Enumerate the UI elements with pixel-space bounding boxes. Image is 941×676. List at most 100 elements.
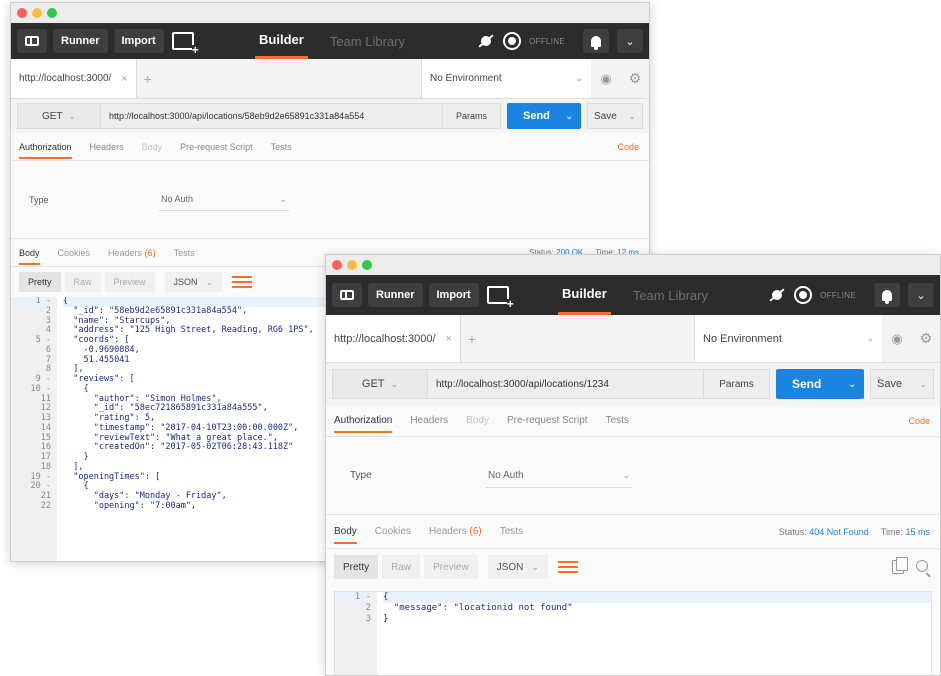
add-tab-button[interactable]: + <box>137 59 159 98</box>
interceptor-icon[interactable] <box>768 286 786 304</box>
bell-icon <box>591 35 601 50</box>
tab-cookies[interactable]: Cookies <box>58 248 91 258</box>
sidebar-toggle-button[interactable] <box>17 29 47 53</box>
tab-tests[interactable]: Tests <box>271 142 292 152</box>
tab-headers[interactable]: Headers <box>90 142 124 152</box>
runner-button[interactable]: Runner <box>368 283 423 307</box>
minimize-window-button[interactable] <box>347 260 357 270</box>
tab-headers[interactable]: Headers <box>410 415 448 426</box>
save-button-label: Save <box>877 378 903 390</box>
tab-tests[interactable]: Tests <box>606 415 629 426</box>
view-tabs: Builder Team Library <box>558 275 708 315</box>
params-button[interactable]: Params <box>704 369 770 399</box>
tab-response-tests[interactable]: Tests <box>500 526 523 537</box>
save-button[interactable]: Save ⌄ <box>870 369 934 399</box>
wrap-lines-icon[interactable] <box>232 272 253 292</box>
response-headers-label: Headers <box>108 247 143 258</box>
time-label: Time: <box>880 526 903 537</box>
chevron-down-icon[interactable]: ⌄ <box>565 111 573 122</box>
request-tab-row: http://localhost:3000/ × + No Environmen… <box>326 315 940 363</box>
tab-response-body[interactable]: Body <box>334 526 357 544</box>
close-tab-icon[interactable]: × <box>121 73 127 85</box>
sync-icon[interactable] <box>503 32 522 50</box>
wrap-lines-icon[interactable] <box>557 557 578 577</box>
chevron-down-icon[interactable]: ⌄ <box>628 111 636 122</box>
response-body-editor[interactable]: 1 -23 { "message": "locationid not found… <box>334 591 932 675</box>
send-button[interactable]: Send ⌄ <box>776 369 864 399</box>
close-window-button[interactable] <box>332 260 342 270</box>
gear-icon[interactable]: ⚙ <box>621 59 649 98</box>
settings-dropdown-button[interactable]: ⌄ <box>908 283 934 307</box>
tab-builder[interactable]: Builder <box>255 23 308 59</box>
request-tab[interactable]: http://localhost:3000/ × <box>326 315 461 362</box>
tab-cookies[interactable]: Cookies <box>375 526 411 537</box>
chevron-down-icon[interactable]: ⌄ <box>919 379 927 390</box>
sync-icon[interactable] <box>794 286 813 304</box>
tab-authorization[interactable]: Authorization <box>334 415 393 433</box>
notifications-button[interactable] <box>583 29 609 53</box>
tab-prerequest-script[interactable]: Pre-request Script <box>180 142 253 152</box>
add-tab-button[interactable]: + <box>461 315 483 362</box>
preview-button[interactable]: Preview <box>104 272 155 292</box>
gear-icon[interactable]: ⚙ <box>912 315 940 362</box>
close-tab-icon[interactable]: × <box>446 333 452 345</box>
line-number-gutter: 1 -2345 -6789 -10 -11 12 13 14 15 16 17 18 19 -2… <box>11 296 57 561</box>
save-button[interactable]: Save ⌄ <box>587 103 643 129</box>
raw-button[interactable]: Raw <box>382 555 421 579</box>
pretty-button[interactable]: Pretty <box>19 272 61 292</box>
maximize-window-button[interactable] <box>362 260 372 270</box>
new-window-icon[interactable] <box>171 32 199 55</box>
auth-type-select[interactable]: No Auth ⌄ <box>159 189 289 211</box>
auth-type-select[interactable]: No Auth ⌄ <box>486 464 632 488</box>
environment-select[interactable]: No Environment ⌄ <box>694 315 882 362</box>
url-input[interactable]: http://localhost:3000/api/locations/58eb… <box>101 103 443 129</box>
tab-response-body[interactable]: Body <box>19 248 40 265</box>
chevron-down-icon: ⌄ <box>531 561 539 572</box>
params-button[interactable]: Params <box>443 103 501 129</box>
tab-prerequest-script[interactable]: Pre-request Script <box>507 415 588 426</box>
tab-response-tests[interactable]: Tests <box>174 248 195 258</box>
import-button[interactable]: Import <box>428 283 479 307</box>
auth-type-value: No Auth <box>161 194 194 204</box>
method-select[interactable]: GET ⌄ <box>332 369 428 399</box>
code-link[interactable]: Code <box>908 416 930 426</box>
runner-button[interactable]: Runner <box>53 29 108 53</box>
notifications-button[interactable] <box>874 283 900 307</box>
maximize-window-button[interactable] <box>47 8 57 18</box>
environment-select[interactable]: No Environment ⌄ <box>421 59 591 98</box>
tab-body[interactable]: Body <box>466 415 489 426</box>
save-button-label: Save <box>594 110 617 122</box>
eye-icon[interactable]: ◉ <box>882 315 912 362</box>
minimize-window-button[interactable] <box>32 8 42 18</box>
settings-dropdown-button[interactable]: ⌄ <box>617 29 643 53</box>
preview-button[interactable]: Preview <box>424 555 478 579</box>
raw-button[interactable]: Raw <box>64 272 101 292</box>
url-bar-row: GET ⌄ http://localhost:3000/api/location… <box>11 99 649 133</box>
close-window-button[interactable] <box>17 8 27 18</box>
tab-response-headers[interactable]: Headers (6) <box>429 526 482 537</box>
new-window-icon[interactable] <box>486 286 514 309</box>
import-button[interactable]: Import <box>113 29 164 53</box>
chevron-down-icon[interactable]: ⌄ <box>848 379 856 390</box>
tab-authorization[interactable]: Authorization <box>19 142 72 159</box>
line-number: 2 <box>45 305 51 316</box>
code-link[interactable]: Code <box>617 142 639 152</box>
url-input[interactable]: http://localhost:3000/api/locations/1234 <box>428 369 704 399</box>
method-select[interactable]: GET ⌄ <box>17 103 101 129</box>
copy-icon[interactable] <box>892 557 908 574</box>
eye-icon[interactable]: ◉ <box>591 59 621 98</box>
tab-builder[interactable]: Builder <box>558 275 611 315</box>
search-icon[interactable] <box>916 560 928 572</box>
tab-response-headers[interactable]: Headers (6) <box>108 248 156 258</box>
format-select[interactable]: JSON ⌄ <box>487 555 548 579</box>
tab-team-library[interactable]: Team Library <box>633 288 708 303</box>
interceptor-icon[interactable] <box>477 32 495 50</box>
tab-body[interactable]: Body <box>142 142 163 152</box>
response-headers-count: (6) <box>144 247 156 258</box>
pretty-button[interactable]: Pretty <box>334 555 379 579</box>
send-button[interactable]: Send ⌄ <box>507 103 581 129</box>
tab-team-library[interactable]: Team Library <box>330 34 405 49</box>
sidebar-toggle-button[interactable] <box>332 283 362 307</box>
request-tab[interactable]: http://localhost:3000/ × <box>11 59 137 98</box>
format-select[interactable]: JSON ⌄ <box>164 272 223 292</box>
